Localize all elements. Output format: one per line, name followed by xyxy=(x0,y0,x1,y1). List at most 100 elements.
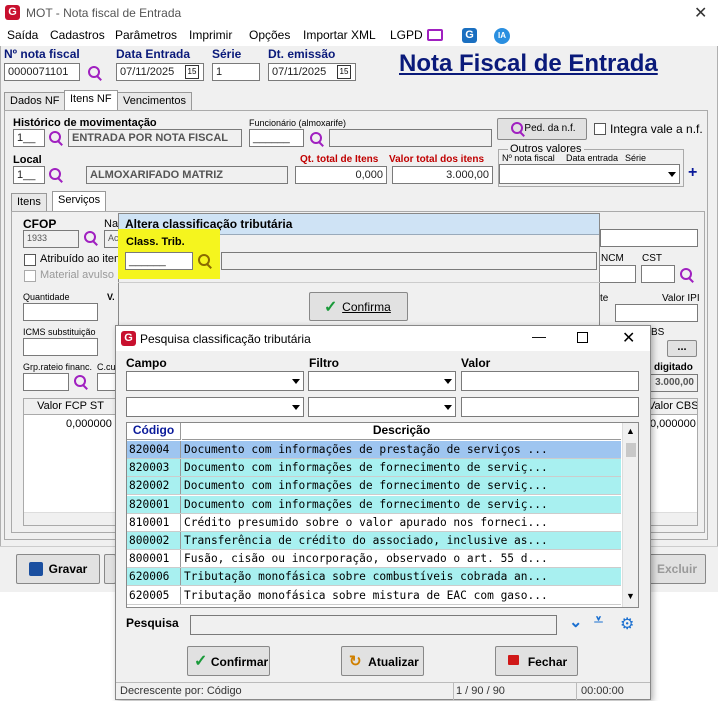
table-row[interactable]: 620006 Tributação monofásica sobre combus… xyxy=(127,568,621,587)
confirmar-button[interactable]: ✓ Confirmar xyxy=(187,646,270,676)
search-cfop-icon[interactable] xyxy=(83,230,99,246)
valor-total-field: 3.000,00 xyxy=(392,166,493,184)
scroll-thumb[interactable] xyxy=(626,443,636,457)
row-description: Documento com informações de prestação d… xyxy=(184,443,548,456)
confirma-button[interactable]: ✓ Confirma xyxy=(309,292,408,321)
tab-dados-nf[interactable]: Dados NF xyxy=(4,92,66,111)
search-nf-icon[interactable] xyxy=(87,65,103,81)
valor-input-2[interactable] xyxy=(461,397,639,417)
app-g-icon[interactable]: G xyxy=(462,28,477,43)
pesquisa-titlebar: G Pesquisa classificação tributária — ✕ xyxy=(116,326,650,351)
local-code-field[interactable]: 1__ xyxy=(13,166,45,184)
minimize-icon[interactable]: — xyxy=(532,328,546,344)
ia-icon[interactable]: IA xyxy=(494,28,510,44)
cfop-field[interactable]: 1933 xyxy=(23,230,79,248)
gravar-button[interactable]: Gravar xyxy=(16,554,100,584)
pesquisa-input[interactable] xyxy=(190,615,557,635)
menu-imprimir[interactable]: Imprimir xyxy=(189,28,232,42)
search-historico-icon[interactable] xyxy=(48,130,64,146)
table-row[interactable]: 800002 Transferência de crédito do associ… xyxy=(127,532,621,550)
search-class-trib-icon[interactable] xyxy=(197,253,213,269)
table-row[interactable]: 820004 Documento com informações de prest… xyxy=(127,441,621,459)
status-time: 00:00:00 xyxy=(581,685,624,697)
ped-nf-button[interactable]: Ped. da n.f. xyxy=(497,118,587,140)
close-icon[interactable]: ✕ xyxy=(694,3,707,23)
filtro-select-1[interactable] xyxy=(308,371,456,391)
col-codigo-header[interactable]: Código xyxy=(127,423,181,440)
material-checkbox[interactable] xyxy=(24,270,36,282)
icms-sub-field[interactable] xyxy=(23,338,98,356)
funcionario-desc-field xyxy=(329,129,492,147)
campo-select-1[interactable] xyxy=(126,371,304,391)
excluir-button[interactable]: Excluir xyxy=(648,554,706,584)
scroll-up-icon[interactable]: ▲ xyxy=(626,426,635,436)
nf-number-field[interactable]: 0000071101 xyxy=(4,63,80,81)
serie-field[interactable]: 1 xyxy=(212,63,260,81)
ncm-field[interactable] xyxy=(598,265,636,283)
status-divider xyxy=(453,683,454,700)
atribuido-checkbox[interactable] xyxy=(24,254,36,266)
search-local-icon[interactable] xyxy=(48,167,64,183)
qt-total-label: Qt. total de Itens xyxy=(300,154,379,165)
subtab-itens[interactable]: Itens xyxy=(11,193,47,212)
material-label: Material avulso xyxy=(40,269,114,281)
historico-code-field[interactable]: 1__ xyxy=(13,129,45,147)
maximize-icon[interactable] xyxy=(577,332,588,343)
valor-ipi-field[interactable] xyxy=(615,304,698,322)
desc-field[interactable] xyxy=(600,229,698,247)
campo-select-2[interactable] xyxy=(126,397,304,417)
row-code: 820003 xyxy=(127,459,181,477)
search-cst-icon[interactable] xyxy=(679,267,695,283)
tab-itens-nf[interactable]: Itens NF xyxy=(64,90,118,111)
class-trib-field[interactable]: ______ xyxy=(125,252,193,270)
valor-input-1[interactable] xyxy=(461,371,639,391)
table-row[interactable]: 820001 Documento com informações de forne… xyxy=(127,495,621,514)
integra-checkbox[interactable] xyxy=(594,123,606,135)
grid-vscroll[interactable]: ▲ ▼ xyxy=(622,423,638,607)
tab-vencimentos[interactable]: Vencimentos xyxy=(117,92,192,111)
window-title: MOT - Nota fiscal de Entrada xyxy=(26,6,182,20)
add-icon[interactable]: + xyxy=(688,164,697,182)
table-row[interactable]: 820002 Documento com informações de forne… xyxy=(127,477,621,496)
calendar-icon-2[interactable]: 15 xyxy=(337,65,351,79)
scroll-down-icon[interactable]: ▼ xyxy=(626,591,635,601)
atualizar-button[interactable]: ↻ Atualizar xyxy=(341,646,424,676)
atualizar-label: Atualizar xyxy=(368,655,419,669)
quantidade-field[interactable] xyxy=(23,303,98,321)
chevron-down-bar-icon[interactable]: ⩡ xyxy=(594,612,603,630)
na-label: Na xyxy=(104,218,119,230)
grp-field[interactable] xyxy=(23,373,69,391)
search-grp-icon[interactable] xyxy=(73,374,89,390)
more-button[interactable]: ... xyxy=(667,340,697,357)
table-row[interactable]: 820003 Documento com informações de forne… xyxy=(127,459,621,478)
table-row[interactable]: 620005 Tributação monofásica sobre mistur… xyxy=(127,586,621,605)
menu-opcoes[interactable]: Opções xyxy=(249,28,290,42)
cbs-value: 0,000000 xyxy=(650,418,696,430)
search-funcionario-icon[interactable] xyxy=(309,131,325,147)
menu-lgpd[interactable]: LGPD xyxy=(390,28,423,42)
menu-saida[interactable]: Saída xyxy=(7,28,38,42)
status-count: 1 / 90 / 90 xyxy=(456,685,505,697)
cst-field[interactable] xyxy=(641,265,675,283)
fechar-button[interactable]: Fechar xyxy=(495,646,578,676)
filtro-select-2[interactable] xyxy=(308,397,456,417)
col-descricao-header[interactable]: Descrição xyxy=(182,423,621,440)
valor-label: Valor xyxy=(461,356,491,370)
chevron-down-icon[interactable]: ⌄ xyxy=(569,612,582,632)
class-trib-desc-field xyxy=(221,252,597,270)
row-description: Crédito presumido sobre o valor apurado … xyxy=(184,515,548,529)
monitor-icon[interactable] xyxy=(427,29,443,41)
menu-importar-xml[interactable]: Importar XML xyxy=(303,28,376,42)
dialog-close-icon[interactable]: ✕ xyxy=(622,328,635,348)
ccu-field[interactable] xyxy=(97,373,117,391)
settings-gear-icon[interactable]: ⚙ xyxy=(620,614,634,634)
outros-valores-combo[interactable] xyxy=(499,164,680,184)
table-row[interactable]: 810001 Crédito presumido sobre o valor ap… xyxy=(127,513,621,532)
calendar-icon[interactable]: 15 xyxy=(185,65,199,79)
menu-cadastros[interactable]: Cadastros xyxy=(50,28,105,42)
funcionario-field[interactable]: ______ xyxy=(249,129,304,147)
divider xyxy=(118,282,600,283)
table-row[interactable]: 800001 Fusão, cisão ou incorporação, obse… xyxy=(127,550,621,569)
subtab-servicos[interactable]: Serviços xyxy=(52,191,107,212)
menu-parametros[interactable]: Parâmetros xyxy=(115,28,177,42)
